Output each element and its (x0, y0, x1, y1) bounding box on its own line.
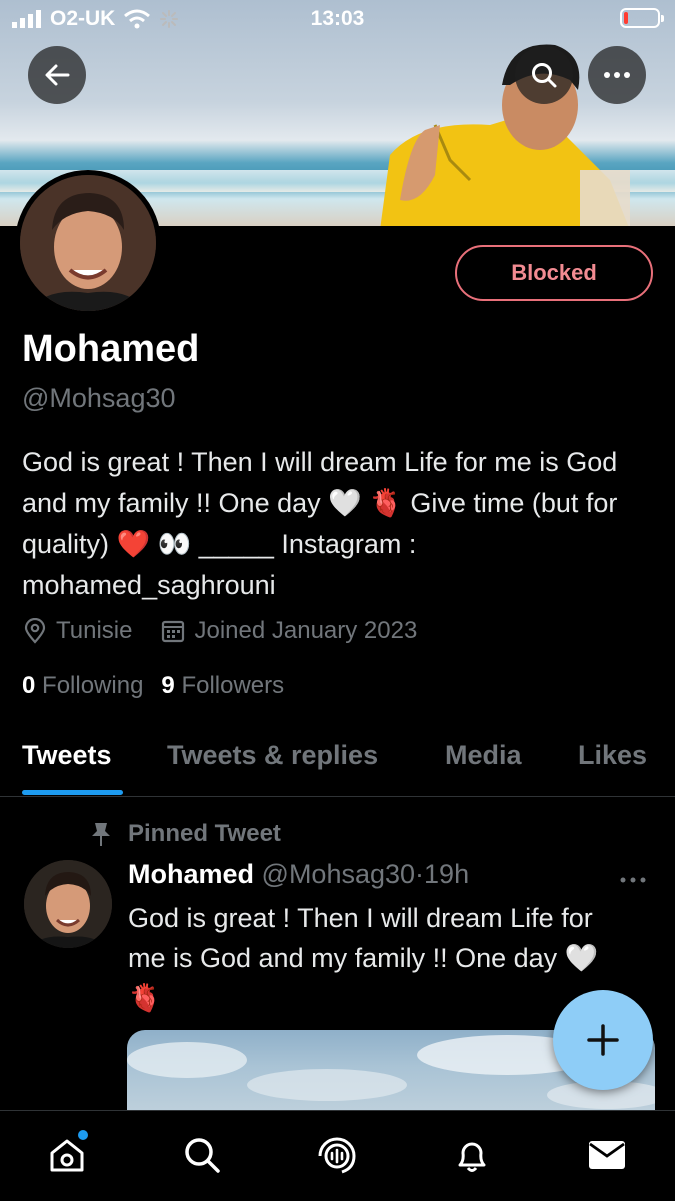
nav-search[interactable] (180, 1133, 224, 1177)
followers-count: 9 (161, 672, 175, 699)
tweet-author-handle[interactable]: @Mohsag30 (262, 859, 416, 889)
following-count: 0 (22, 672, 36, 699)
follow-stats: 0 Following 9 Followers (22, 672, 284, 700)
pinned-text: Pinned Tweet (128, 820, 281, 847)
pin-icon (92, 823, 110, 846)
tweet-separator: · (415, 859, 425, 889)
compose-tweet-button[interactable] (553, 990, 653, 1090)
calendar-icon (162, 620, 185, 643)
profile-handle: @Mohsag30 (22, 383, 176, 413)
blocked-button[interactable]: Blocked (455, 245, 653, 301)
location-text: Tunisie (56, 617, 133, 644)
location-item: Tunisie (22, 617, 132, 645)
nav-messages[interactable] (585, 1133, 629, 1177)
joined-item: Joined January 2023 (160, 617, 417, 645)
following-label: Following (42, 672, 144, 699)
home-notification-dot (78, 1130, 88, 1140)
followers-label: Followers (181, 672, 285, 699)
location-pin-icon (24, 618, 46, 644)
mail-icon (589, 1141, 625, 1169)
active-tab-indicator (22, 790, 123, 795)
avatar-photo (20, 175, 156, 311)
spaces-icon (318, 1137, 356, 1174)
tab-tweets-replies[interactable]: Tweets & replies (167, 740, 378, 771)
bottom-navigation (0, 1110, 675, 1201)
nav-notifications[interactable] (450, 1133, 494, 1177)
plus-icon (587, 1024, 619, 1056)
profile-tabs: Tweets Tweets & replies Media Likes (0, 730, 675, 797)
tweet-avatar-photo (24, 860, 112, 948)
home-icon (50, 1139, 84, 1172)
tweet-header: Mohamed @Mohsag30·19h (128, 859, 469, 890)
tweet-author-name[interactable]: Mohamed (128, 859, 254, 889)
tab-likes[interactable]: Likes (578, 740, 647, 771)
more-horizontal-icon (604, 72, 630, 78)
status-bar: O2-UK 13:03 (0, 0, 675, 38)
following-link[interactable]: 0 Following (22, 672, 143, 700)
more-button[interactable] (588, 46, 646, 104)
tab-tweets[interactable]: Tweets (22, 740, 112, 771)
followers-link[interactable]: 9 Followers (161, 672, 284, 700)
tweet-avatar[interactable] (24, 860, 112, 948)
search-icon (185, 1138, 220, 1173)
joined-text: Joined January 2023 (194, 617, 418, 644)
search-icon (532, 63, 557, 88)
search-button[interactable] (515, 46, 573, 104)
tab-media[interactable]: Media (445, 740, 522, 771)
tweet-text: God is great ! Then I will dream Life fo… (128, 903, 599, 1013)
arrow-left-icon (45, 64, 70, 86)
profile-bio: God is great ! Then I will dream Life fo… (22, 447, 618, 600)
back-button[interactable] (28, 46, 86, 104)
tweet-more-button[interactable] (620, 862, 646, 890)
tweet-time: 19h (424, 859, 470, 889)
status-time: 13:03 (310, 7, 365, 30)
more-horizontal-icon (620, 877, 646, 883)
battery-icon (620, 8, 664, 28)
profile-avatar[interactable] (15, 170, 161, 316)
profile-name: Mohamed (22, 328, 200, 370)
pinned-label: Pinned Tweet (90, 820, 281, 848)
nav-spaces[interactable] (315, 1133, 359, 1177)
bell-icon (458, 1142, 486, 1172)
profile-meta: Tunisie Joined January 2023 (22, 617, 445, 645)
